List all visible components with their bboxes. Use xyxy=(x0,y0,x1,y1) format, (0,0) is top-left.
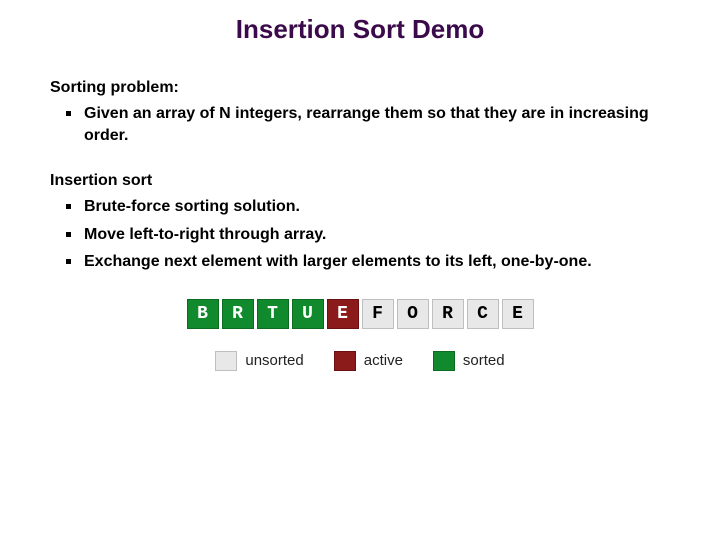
slide-title: Insertion Sort Demo xyxy=(0,0,720,51)
swatch-active xyxy=(334,351,356,371)
legend: unsorted active sorted xyxy=(215,351,504,371)
section1-list: Given an array of N integers, rearrange … xyxy=(60,103,670,146)
array-cell: U xyxy=(292,299,324,329)
section1-heading: Sorting problem: xyxy=(50,79,670,97)
array-cell: F xyxy=(362,299,394,329)
legend-label: active xyxy=(364,352,403,369)
array-cell: R xyxy=(432,299,464,329)
slide-content: Sorting problem: Given an array of N int… xyxy=(0,51,720,371)
legend-item-active: active xyxy=(334,351,403,371)
section1-item: Given an array of N integers, rearrange … xyxy=(60,103,670,146)
array-cell: B xyxy=(187,299,219,329)
swatch-sorted xyxy=(433,351,455,371)
array-cell: E xyxy=(502,299,534,329)
section2-list: Brute-force sorting solution. Move left-… xyxy=(60,196,670,273)
array-cell: R xyxy=(222,299,254,329)
section2-item: Move left-to-right through array. xyxy=(60,224,670,246)
array-cell: C xyxy=(467,299,499,329)
section2-item: Brute-force sorting solution. xyxy=(60,196,670,218)
array-cell: E xyxy=(327,299,359,329)
legend-label: sorted xyxy=(463,352,505,369)
legend-item-sorted: sorted xyxy=(433,351,505,371)
swatch-unsorted xyxy=(215,351,237,371)
legend-label: unsorted xyxy=(245,352,303,369)
legend-item-unsorted: unsorted xyxy=(215,351,303,371)
section2-heading: Insertion sort xyxy=(50,172,670,190)
array-cells: B R T U E F O R C E xyxy=(187,299,534,329)
section2-item: Exchange next element with larger elemen… xyxy=(60,251,670,273)
array-cell: T xyxy=(257,299,289,329)
array-cell: O xyxy=(397,299,429,329)
visualization: B R T U E F O R C E unsorted active sort… xyxy=(50,299,670,371)
